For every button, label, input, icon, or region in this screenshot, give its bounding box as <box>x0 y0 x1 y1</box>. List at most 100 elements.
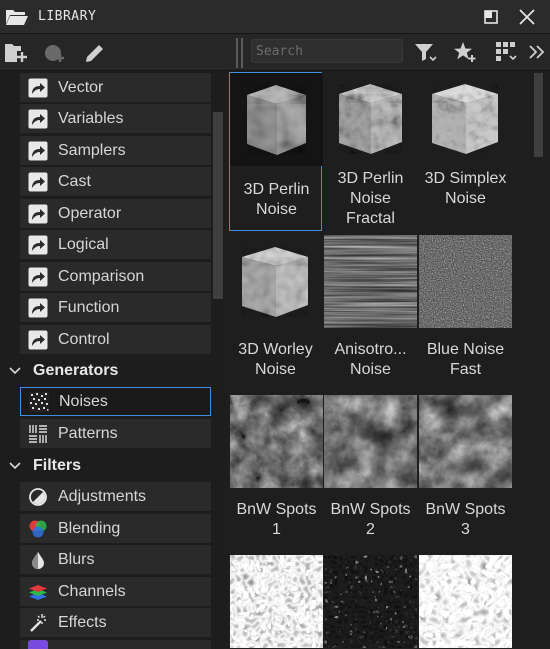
more-icon[interactable] <box>526 39 548 65</box>
sidebar-item-label: Patterns <box>58 424 118 442</box>
sidebar-item-variables[interactable]: Variables <box>20 104 211 133</box>
sidebar-item-label: Adjustments <box>58 487 147 505</box>
favorite-icon[interactable] <box>452 39 478 65</box>
texture-thumbnail <box>230 395 323 488</box>
blending-icon <box>29 520 47 537</box>
sidebar-item-label: Vector <box>58 78 104 96</box>
node-icon <box>28 141 48 161</box>
sidebar-item-cast[interactable]: Cast <box>20 167 211 196</box>
sidebar-item-noises[interactable]: Noises <box>20 387 211 416</box>
sidebar-item-function[interactable]: Function <box>20 293 211 322</box>
add-resource-icon[interactable] <box>3 40 29 66</box>
maximize-icon[interactable] <box>480 6 502 28</box>
sidebar-item-label: Effects <box>58 613 107 631</box>
cube-thumbnail <box>324 72 417 165</box>
edit-icon[interactable] <box>82 40 108 66</box>
sidebar-item-label: Blending <box>58 519 121 537</box>
tile-cells-3[interactable] <box>419 555 512 649</box>
texture-thumbnail <box>230 555 323 648</box>
tile-label: 3D Worley Noise <box>238 341 313 378</box>
category-label: Filters <box>33 456 82 474</box>
channels-icon <box>29 584 47 600</box>
cube-thumbnail <box>230 73 323 166</box>
tile-3d-perlin-noise-fractal[interactable]: 3D Perlin Noise Fractal <box>324 72 417 231</box>
window-title: LIBRARY <box>38 9 97 24</box>
category-sidebar: Vector Variables Samplers Cast Operator … <box>0 71 226 649</box>
tile-bnw-spots-3[interactable]: BnW Spots 3 <box>419 395 512 554</box>
filter-toolbar <box>226 34 550 71</box>
sidebar-item-label: Channels <box>58 582 126 600</box>
grid-scrollbar[interactable] <box>534 73 543 157</box>
tile-bnw-spots-2[interactable]: BnW Spots 2 <box>324 395 417 554</box>
cube-thumbnail <box>419 72 512 165</box>
tile-label: Blue Noise Fast <box>426 341 505 378</box>
sidebar-item-patterns[interactable]: Patterns <box>20 419 211 448</box>
sidebar-item-blending[interactable]: Blending <box>20 514 211 543</box>
noise-icon <box>29 391 49 412</box>
search-input[interactable] <box>251 39 403 63</box>
panel-grip[interactable] <box>241 38 243 68</box>
tile-bnw-spots-1[interactable]: BnW Spots 1 <box>230 395 323 554</box>
texture-thumbnail <box>324 395 417 488</box>
resource-grid: 3D Perlin Noise 3D Perlin Noise Fractal … <box>226 71 550 649</box>
node-icon <box>28 330 48 350</box>
sidebar-item-label: Cast <box>58 172 91 190</box>
sidebar-item-vector[interactable]: Vector <box>20 73 211 102</box>
sidebar-item-blurs[interactable]: Blurs <box>20 545 211 574</box>
library-toolbar <box>0 34 226 71</box>
sidebar-scrollbar[interactable] <box>213 112 223 299</box>
sidebar-item-label: Blurs <box>58 550 95 568</box>
tile-anisotropic-noise[interactable]: Anisotro... Noise <box>324 235 417 394</box>
sidebar-item-control[interactable]: Control <box>20 325 211 354</box>
category-label: Generators <box>33 361 119 379</box>
tile-label: Anisotro... Noise <box>334 341 407 378</box>
view-mode-icon[interactable] <box>494 39 520 65</box>
sidebar-item-label: Logical <box>58 235 109 253</box>
adjustments-icon <box>29 487 47 506</box>
sidebar-item-label: Noises <box>59 392 108 410</box>
tile-label: BnW Spots 1 <box>236 501 317 538</box>
node-icon <box>28 109 48 129</box>
sidebar-item-samplers[interactable]: Samplers <box>20 136 211 165</box>
sidebar-item-channels[interactable]: Channels <box>20 577 211 606</box>
partial-category-icon <box>28 640 48 649</box>
sidebar-item-logical[interactable]: Logical <box>20 230 211 259</box>
sidebar-item-effects[interactable]: Effects <box>20 608 211 637</box>
sidebar-item-label: Control <box>58 330 110 348</box>
category-generators[interactable]: Generators <box>0 356 211 385</box>
sidebar-item-partial[interactable] <box>20 640 211 649</box>
texture-thumbnail <box>324 235 417 328</box>
tile-label: BnW Spots 2 <box>330 501 411 538</box>
node-icon <box>28 78 48 98</box>
texture-thumbnail <box>419 235 512 328</box>
tile-cells-1[interactable] <box>230 555 323 649</box>
add-instance-icon[interactable] <box>42 40 68 66</box>
close-icon[interactable] <box>514 6 540 28</box>
tile-cells-2[interactable] <box>324 555 417 649</box>
magic-wand-icon <box>30 613 46 632</box>
folder-open-icon <box>6 10 28 25</box>
sidebar-item-label: Function <box>58 298 120 316</box>
tile-label: 3D Perlin Noise Fractal <box>337 170 404 227</box>
panel-grip[interactable] <box>236 38 238 68</box>
texture-thumbnail <box>419 555 512 648</box>
chevron-down-icon <box>9 366 21 374</box>
sidebar-item-operator[interactable]: Operator <box>20 199 211 228</box>
sidebar-item-adjustments[interactable]: Adjustments <box>20 482 211 511</box>
category-filters[interactable]: Filters <box>0 451 211 480</box>
texture-thumbnail <box>324 555 417 648</box>
sidebar-item-label: Comparison <box>58 267 145 285</box>
sidebar-item-label: Variables <box>58 109 124 127</box>
filter-icon[interactable] <box>413 39 439 65</box>
tile-label: 3D Perlin Noise <box>243 181 310 218</box>
sidebar-item-label: Operator <box>58 204 122 222</box>
node-icon <box>28 172 48 192</box>
title-bar: LIBRARY <box>0 0 550 34</box>
blur-drop-icon <box>32 551 44 569</box>
tile-3d-perlin-noise[interactable]: 3D Perlin Noise <box>229 72 323 231</box>
tile-3d-worley-noise[interactable]: 3D Worley Noise <box>229 235 322 394</box>
cube-thumbnail <box>229 235 322 328</box>
tile-blue-noise-fast[interactable]: Blue Noise Fast <box>419 235 512 394</box>
sidebar-item-comparison[interactable]: Comparison <box>20 262 211 291</box>
tile-3d-simplex-noise[interactable]: 3D Simplex Noise <box>419 72 512 231</box>
